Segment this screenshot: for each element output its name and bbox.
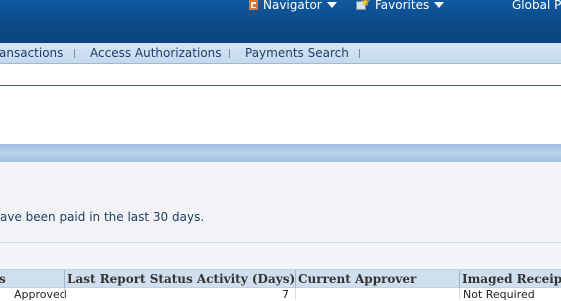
cell-status: Approved bbox=[14, 288, 67, 301]
cell-imaged-receipt: Not Required bbox=[463, 288, 535, 301]
column-header-last-activity[interactable]: Last Report Status Activity (Days) bbox=[67, 270, 295, 288]
column-separator bbox=[64, 270, 65, 288]
content-divider bbox=[0, 85, 561, 86]
caret-down-icon bbox=[434, 2, 445, 8]
column-header-current-approver[interactable]: Current Approver bbox=[298, 270, 458, 288]
tab-transactions[interactable]: ansactions bbox=[0, 43, 63, 64]
cell-separator bbox=[64, 288, 65, 300]
tab-separator bbox=[74, 49, 75, 58]
favorites-label: Favorites bbox=[375, 0, 430, 12]
info-panel bbox=[0, 162, 561, 243]
info-message: ave been paid in the last 30 days. bbox=[0, 210, 205, 224]
cell-separator bbox=[459, 288, 460, 300]
tab-payments-search[interactable]: Payments Search bbox=[245, 43, 349, 64]
favorites-star-icon: ★ bbox=[356, 0, 371, 11]
table-row[interactable]: Approved 7 Not Required bbox=[0, 288, 561, 301]
global-title: Global P bbox=[512, 0, 561, 12]
table-toolbar bbox=[0, 243, 561, 269]
cell-separator bbox=[295, 288, 296, 300]
section-header-band bbox=[0, 144, 561, 162]
navigator-icon bbox=[249, 0, 258, 10]
navigator-label: Navigator bbox=[263, 0, 322, 12]
cell-last-activity: 7 bbox=[282, 288, 289, 301]
column-header-imaged-receipt[interactable]: Imaged Receipt bbox=[462, 270, 561, 288]
tab-access-authorizations[interactable]: Access Authorizations bbox=[90, 43, 222, 64]
column-header-status[interactable]: s bbox=[0, 270, 61, 288]
column-separator bbox=[295, 270, 296, 288]
tab-separator bbox=[359, 49, 360, 58]
favorites-menu[interactable]: ★ Favorites bbox=[356, 0, 445, 13]
tab-bar: ansactions Access Authorizations Payment… bbox=[0, 43, 561, 64]
column-separator bbox=[459, 270, 460, 288]
caret-down-icon bbox=[326, 2, 337, 8]
tab-separator bbox=[229, 49, 230, 58]
table-header-row: s Last Report Status Activity (Days) Cur… bbox=[0, 269, 561, 288]
global-header: Navigator ★ Favorites Global P bbox=[0, 0, 561, 43]
navigator-menu[interactable]: Navigator bbox=[249, 0, 337, 13]
